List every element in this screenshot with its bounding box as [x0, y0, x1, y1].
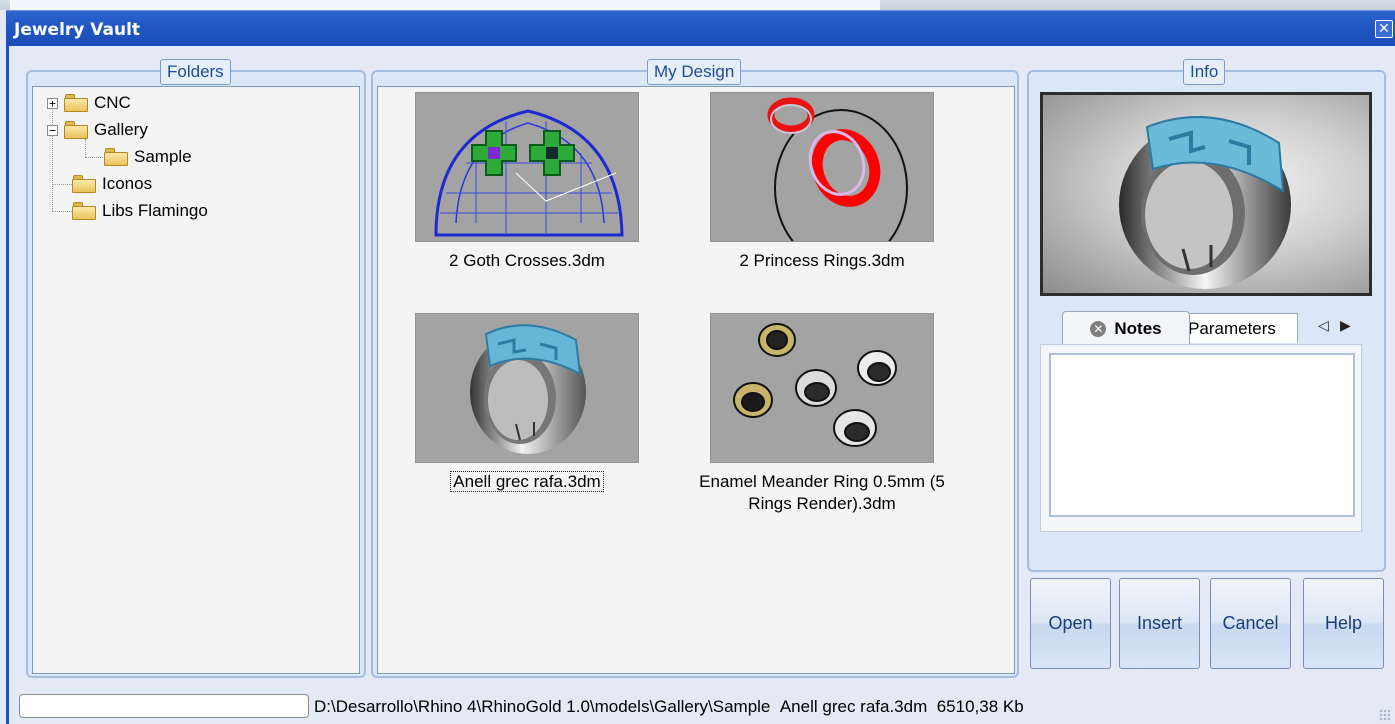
thumbnail-anell-grec[interactable]: [415, 313, 639, 463]
greek-ring-render-image: [470, 324, 586, 454]
tree-item-gallery[interactable]: − Gallery: [47, 118, 148, 142]
help-button[interactable]: Help: [1303, 578, 1384, 669]
thumbnail-enamel-meander[interactable]: [710, 313, 934, 463]
thumbnail-caption: 2 Goth Crosses.3dm: [449, 251, 605, 270]
greek-ring-preview: [1119, 116, 1291, 289]
folder-icon: [104, 148, 128, 166]
collapse-icon[interactable]: −: [47, 124, 58, 136]
thumbnail-princess-rings[interactable]: [710, 92, 934, 242]
five-rings-render-image: [733, 323, 897, 447]
window-title: Jewelry Vault: [14, 20, 141, 40]
tree-item-label: Sample: [134, 147, 192, 166]
tab-scroll-right-icon[interactable]: ▶: [1340, 317, 1351, 334]
princess-rings-render-image: [767, 97, 908, 241]
folder-icon: [72, 202, 96, 220]
notes-panel: [1040, 344, 1362, 532]
progress-bar: [19, 694, 309, 718]
thumbnail-caption: 2 Princess Rings.3dm: [739, 251, 905, 270]
tree-item-label: Libs Flamingo: [102, 201, 208, 220]
title-bar[interactable]: Jewelry Vault ✕: [6, 10, 1395, 46]
expand-icon[interactable]: +: [47, 97, 58, 109]
folder-icon: [64, 121, 88, 139]
tree-item-cnc[interactable]: + CNC: [47, 91, 131, 115]
open-button[interactable]: Open: [1030, 578, 1111, 669]
tree-item-label: CNC: [94, 93, 131, 112]
status-file: Anell grec rafa.3dm: [779, 697, 928, 716]
thumbnail-caption-selected: Anell grec rafa.3dm: [415, 471, 639, 493]
resize-grip-icon[interactable]: [1379, 709, 1391, 721]
folders-group: Folders + CNC − Gallery Sample Iconos Li…: [26, 59, 366, 678]
desktop-top-strip: [0, 0, 1395, 10]
tree-item-sample[interactable]: Sample: [104, 145, 192, 169]
thumbnail-caption: Enamel Meander Ring 0.5mm (5 Rings Rende…: [699, 472, 945, 513]
folders-legend: Folders: [160, 59, 231, 85]
tab-notes-label: Notes: [1114, 318, 1162, 338]
status-size: 6510,38 Kb: [936, 697, 1024, 716]
my-design-legend: My Design: [647, 59, 742, 85]
folder-icon: [72, 175, 96, 193]
close-tab-icon[interactable]: ✕: [1090, 320, 1107, 337]
notes-textbox[interactable]: [1049, 353, 1355, 517]
thumbnail-goth-crosses[interactable]: [415, 92, 639, 242]
tree-item-label: Gallery: [94, 120, 148, 139]
status-path: D:\Desarrollo\Rhino 4\RhinoGold 1.0\mode…: [314, 697, 771, 716]
close-icon[interactable]: ✕: [1375, 20, 1393, 38]
folder-tree-panel[interactable]: + CNC − Gallery Sample Iconos Libs Flami…: [32, 86, 360, 674]
tab-notes[interactable]: ✕ Notes: [1062, 311, 1190, 345]
info-legend: Info: [1183, 59, 1226, 85]
info-preview-image: [1040, 92, 1372, 296]
tree-item-iconos[interactable]: Iconos: [72, 172, 152, 196]
cancel-button[interactable]: Cancel: [1210, 578, 1291, 669]
status-text: D:\Desarrollo\Rhino 4\RhinoGold 1.0\mode…: [314, 697, 1024, 717]
goth-crosses-wireframe-image: [434, 109, 624, 237]
insert-button[interactable]: Insert: [1119, 578, 1200, 669]
tab-scroll-left-icon[interactable]: ◁: [1318, 317, 1329, 334]
status-bar: D:\Desarrollo\Rhino 4\RhinoGold 1.0\mode…: [9, 688, 1395, 724]
tree-item-libs-flamingo[interactable]: Libs Flamingo: [72, 199, 208, 223]
info-tabs: Parameters ✕ Notes ◁ ▶: [1040, 305, 1362, 345]
folder-icon: [64, 94, 88, 112]
tree-item-label: Iconos: [102, 174, 153, 193]
